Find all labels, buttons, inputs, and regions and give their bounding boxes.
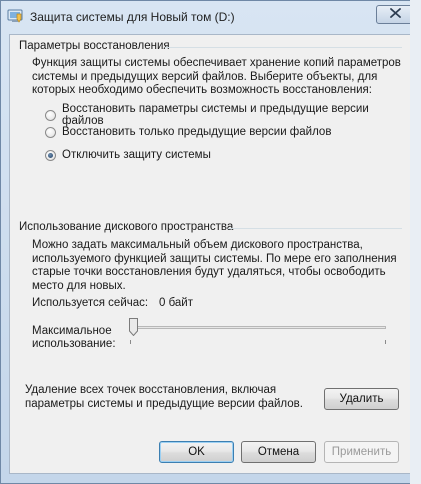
dialog-client-area: Параметры восстановления Функция защиты … xyxy=(9,34,411,474)
radio-disable-protection[interactable]: Отключить защиту системы xyxy=(45,149,211,161)
restore-description-line: системы и предыдущих версий файлов. Выбе… xyxy=(32,70,378,83)
radio-button[interactable] xyxy=(45,109,56,121)
max-usage-label: Максимальное использование: xyxy=(32,325,116,351)
radio-button[interactable] xyxy=(45,126,56,138)
close-button[interactable] xyxy=(376,5,414,24)
slider-tick xyxy=(130,340,131,344)
radio-label: Восстановить только предыдущие версии фа… xyxy=(62,126,332,138)
system-protection-icon xyxy=(7,8,23,24)
slider-tick xyxy=(385,340,386,344)
disk-description-line: старые точки восстановления будут удалят… xyxy=(32,266,386,278)
used-now-label: Используется сейчас: xyxy=(32,297,149,309)
apply-button[interactable]: Применить xyxy=(324,441,399,463)
disk-description-line: используемого функцией защиты системы. П… xyxy=(32,252,397,265)
disk-description-line: Можно задать максимальный объем дисковог… xyxy=(32,239,363,251)
restore-settings-title: Параметры восстановления xyxy=(19,40,170,52)
radio-restore-files-only[interactable]: Восстановить только предыдущие версии фа… xyxy=(45,126,331,138)
max-usage-label-line: Максимальное xyxy=(32,325,112,337)
disk-description: Можно задать максимальный объем дисковог… xyxy=(32,239,397,293)
max-usage-label-line: использование: xyxy=(32,338,116,350)
max-usage-slider-track[interactable] xyxy=(130,326,386,329)
cancel-button[interactable]: Отмена xyxy=(241,441,316,463)
delete-button[interactable]: Удалить xyxy=(324,388,399,410)
delete-description: Удаление всех точек восстановления, вклю… xyxy=(25,384,303,411)
ok-button[interactable]: OK xyxy=(159,441,234,463)
restore-group-divider xyxy=(165,47,402,48)
restore-description-line: которых необходимо обеспечить возможност… xyxy=(32,84,372,96)
system-protection-window: Защита системы для Новый том (D:) Параме… xyxy=(0,0,421,484)
disk-group-divider xyxy=(228,228,402,229)
restore-description: Функция защиты системы обеспечивает хран… xyxy=(32,57,401,98)
disk-usage-title: Использование дискового пространства xyxy=(19,221,234,233)
delete-description-line: параметры системы и предыдущие версии фа… xyxy=(25,397,303,410)
radio-restore-settings-and-files[interactable]: Восстановить параметры системы и предыду… xyxy=(45,103,410,127)
radio-label: Отключить защиту системы xyxy=(62,149,211,161)
restore-description-line: Функция защиты системы обеспечивает хран… xyxy=(32,57,401,69)
disk-description-line: место для новых. xyxy=(32,279,126,292)
background-edge xyxy=(410,0,421,484)
used-now-value: 0 байт xyxy=(159,297,194,309)
delete-description-line: Удаление всех точек восстановления, вклю… xyxy=(25,384,277,396)
max-usage-slider-thumb[interactable] xyxy=(129,318,138,337)
close-icon xyxy=(389,8,401,21)
title-bar[interactable]: Защита системы для Новый том (D:) xyxy=(1,1,420,35)
window-title: Защита системы для Новый том (D:) xyxy=(30,10,235,24)
radio-button-selected[interactable] xyxy=(45,149,56,161)
radio-label: Восстановить параметры системы и предыду… xyxy=(62,103,369,127)
